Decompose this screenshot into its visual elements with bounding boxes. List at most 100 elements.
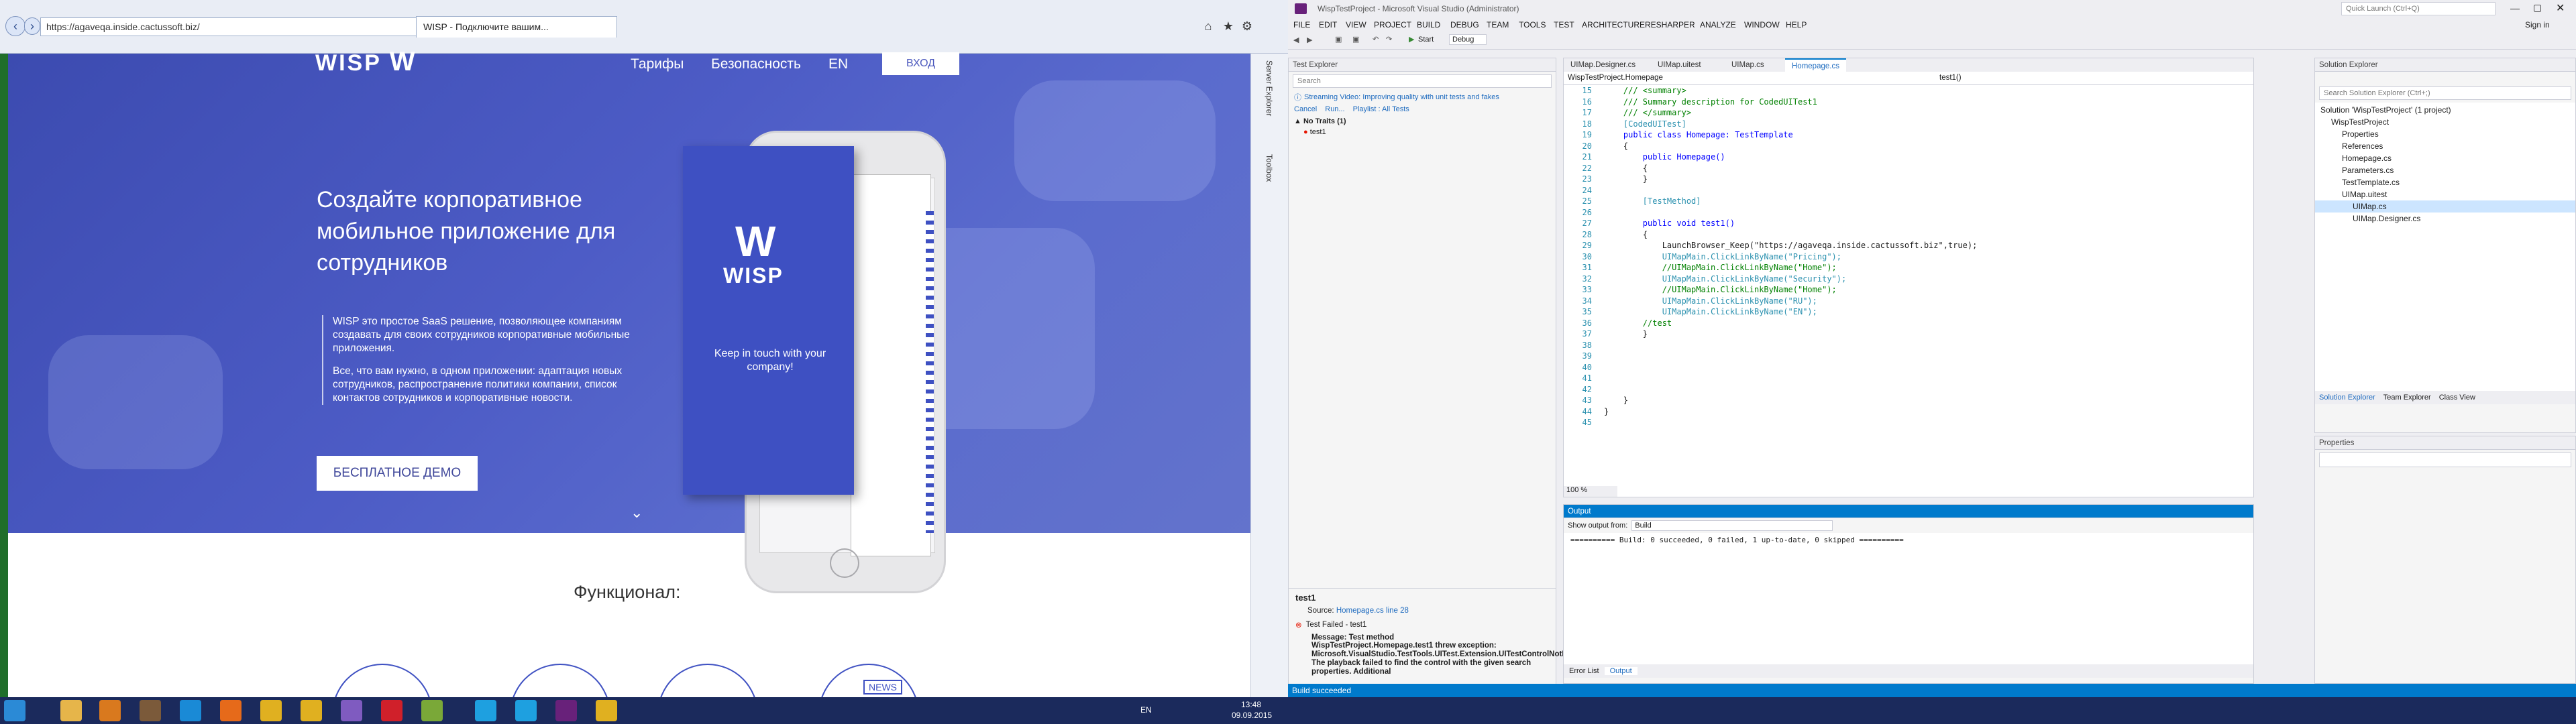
code-line[interactable]: 36 //test [1564, 318, 2253, 329]
menu-edit[interactable]: EDIT [1319, 20, 1337, 29]
outlook-icon[interactable] [99, 700, 121, 721]
test-group-header[interactable]: ▲ No Traits (1) [1289, 115, 1556, 128]
site-logo[interactable]: WISP W [315, 47, 417, 77]
code-line[interactable]: 26 [1564, 207, 2253, 219]
chrome-2-icon[interactable] [301, 700, 322, 721]
menu-window[interactable]: WINDOW [1744, 20, 1780, 29]
chrome-3-icon[interactable] [596, 700, 617, 721]
menu-resharper[interactable]: RESHARPER [1645, 20, 1695, 29]
app-grid-icon[interactable] [421, 700, 443, 721]
redo-icon[interactable]: ↷ [1386, 35, 1392, 44]
output-tab[interactable]: Output [1604, 667, 1638, 675]
save-all-icon[interactable]: ▣ [1352, 35, 1359, 44]
firefox-icon[interactable] [220, 700, 241, 721]
solution-tree-item[interactable]: UIMap.Designer.cs [2315, 213, 2575, 225]
properties-object-dropdown[interactable] [2319, 452, 2571, 467]
code-line[interactable]: 33 //UIMapMain.ClickLinkByName("Home"); [1564, 284, 2253, 296]
solution-tree-item[interactable]: Solution 'WispTestProject' (1 project) [2315, 104, 2575, 116]
back-nav-icon[interactable]: ◀ [1293, 36, 1299, 44]
playlist-link[interactable]: Playlist : All Tests [1353, 105, 1409, 113]
member-dropdown[interactable]: test1() [1939, 74, 1962, 82]
sign-in-link[interactable]: Sign in [2525, 20, 2550, 29]
code-line[interactable]: 20 { [1564, 141, 2253, 152]
opera-icon[interactable] [381, 700, 402, 721]
streaming-video-banner[interactable]: ⓘ Streaming Video: Improving quality wit… [1289, 90, 1556, 104]
menu-team[interactable]: TEAM [1487, 20, 1509, 29]
code-line[interactable]: 41 [1564, 373, 2253, 384]
undo-icon[interactable]: ↶ [1373, 35, 1379, 44]
code-line[interactable]: 32 UIMapMain.ClickLinkByName("Security")… [1564, 274, 2253, 285]
class-view-tab[interactable]: Class View [2435, 394, 2479, 402]
class-dropdown[interactable]: WispTestProject.Homepage [1568, 74, 1663, 82]
test-item[interactable]: ● test1 [1289, 128, 1556, 136]
menu-test[interactable]: TEST [1554, 20, 1574, 29]
close-icon[interactable]: ✕ [2556, 1, 2565, 15]
back-icon[interactable]: ‹ [5, 16, 25, 36]
code-line[interactable]: 28 { [1564, 229, 2253, 241]
start-button-label[interactable]: Start [1418, 36, 1434, 44]
code-line[interactable]: 21 public Homepage() [1564, 152, 2253, 163]
minimize-icon[interactable]: — [2510, 3, 2520, 13]
solution-tree-item[interactable]: Parameters.cs [2315, 164, 2575, 176]
tab-homepage[interactable]: Homepage.cs [1785, 58, 1846, 72]
free-demo-button[interactable]: БЕСПЛАТНОЕ ДЕМО [317, 456, 478, 491]
settings-gear-icon[interactable]: ⚙ [1240, 19, 1254, 34]
solution-tree-item[interactable]: WispTestProject [2315, 116, 2575, 128]
language-indicator[interactable]: EN [1140, 705, 1152, 715]
code-line[interactable]: 37 } [1564, 328, 2253, 340]
save-icon[interactable]: ▣ [1335, 35, 1342, 44]
code-line[interactable]: 31 //UIMapMain.ClickLinkByName("Home"); [1564, 262, 2253, 274]
code-line[interactable]: 38 [1564, 340, 2253, 351]
solution-tree-item[interactable]: References [2315, 140, 2575, 152]
error-list-tab[interactable]: Error List [1564, 667, 1605, 675]
start-debug-icon[interactable]: ▶ [1409, 35, 1414, 44]
menu-architecture[interactable]: ARCHITECTURE [1582, 20, 1645, 29]
code-line[interactable]: 22 { [1564, 163, 2253, 174]
clock-time[interactable]: 13:48 [1241, 700, 1261, 709]
zoom-level[interactable]: 100 % [1564, 486, 1617, 497]
code-line[interactable]: 42 [1564, 384, 2253, 396]
source-link[interactable]: Homepage.cs line 28 [1336, 607, 1409, 615]
code-line[interactable]: 18 [CodedUITest] [1564, 119, 2253, 130]
file-explorer-icon[interactable] [60, 700, 82, 721]
tab-uimap-uitest[interactable]: UIMap.uitest [1651, 58, 1708, 72]
visual-studio-taskbar-icon[interactable] [555, 700, 577, 721]
code-line[interactable]: 39 [1564, 351, 2253, 362]
toolbox-tab[interactable]: Toolbox [1265, 154, 1274, 182]
code-line[interactable]: 15 /// <summary> [1564, 85, 2253, 97]
login-button[interactable]: ВХОД [882, 52, 959, 75]
start-icon[interactable] [4, 700, 25, 721]
code-line[interactable]: 24 [1564, 185, 2253, 196]
code-line[interactable]: 29 LaunchBrowser_Keep("https://agaveqa.i… [1564, 240, 2253, 251]
tab-uimap-designer[interactable]: UIMap.Designer.cs [1564, 58, 1642, 72]
code-line[interactable]: 34 UIMapMain.ClickLinkByName("RU"); [1564, 296, 2253, 307]
chrome-icon[interactable] [260, 700, 282, 721]
code-line[interactable]: 45 [1564, 417, 2253, 428]
code-line[interactable]: 17 /// </summary> [1564, 107, 2253, 119]
menu-build[interactable]: BUILD [1417, 20, 1440, 29]
home-icon[interactable]: ⌂ [1201, 19, 1216, 34]
clock-date[interactable]: 09.09.2015 [1232, 711, 1272, 720]
code-line[interactable]: 35 UIMapMain.ClickLinkByName("EN"); [1564, 306, 2253, 318]
skype-2-icon[interactable] [515, 700, 537, 721]
solution-search-input[interactable]: Search Solution Explorer (Ctrl+;) [2319, 86, 2571, 100]
code-line[interactable]: 16 /// Summary description for CodedUITe… [1564, 97, 2253, 108]
test-search-input[interactable]: Search [1293, 74, 1552, 88]
menu-project[interactable]: PROJECT [1374, 20, 1411, 29]
configuration-dropdown[interactable]: Debug [1449, 34, 1487, 45]
favorites-icon[interactable]: ★ [1221, 19, 1236, 34]
viber-icon[interactable] [341, 700, 362, 721]
skype-icon[interactable] [475, 700, 496, 721]
quick-launch-input[interactable]: Quick Launch (Ctrl+Q) [2341, 2, 2496, 15]
menu-debug[interactable]: DEBUG [1450, 20, 1479, 29]
code-line[interactable]: 43 } [1564, 395, 2253, 406]
code-line[interactable]: 19 public class Homepage: TestTemplate [1564, 129, 2253, 141]
code-line[interactable]: 44} [1564, 406, 2253, 418]
nav-link-security[interactable]: Безопасность [711, 56, 801, 72]
solution-tree-item[interactable]: UIMap.cs [2315, 200, 2575, 213]
code-area[interactable]: 15 /// <summary> 16 /// Summary descripti… [1564, 85, 2253, 497]
solution-tree-item[interactable]: UIMap.uitest [2315, 188, 2575, 200]
code-line[interactable]: 23 } [1564, 174, 2253, 185]
code-line[interactable]: 40 [1564, 362, 2253, 373]
cancel-link[interactable]: Cancel [1294, 105, 1317, 113]
